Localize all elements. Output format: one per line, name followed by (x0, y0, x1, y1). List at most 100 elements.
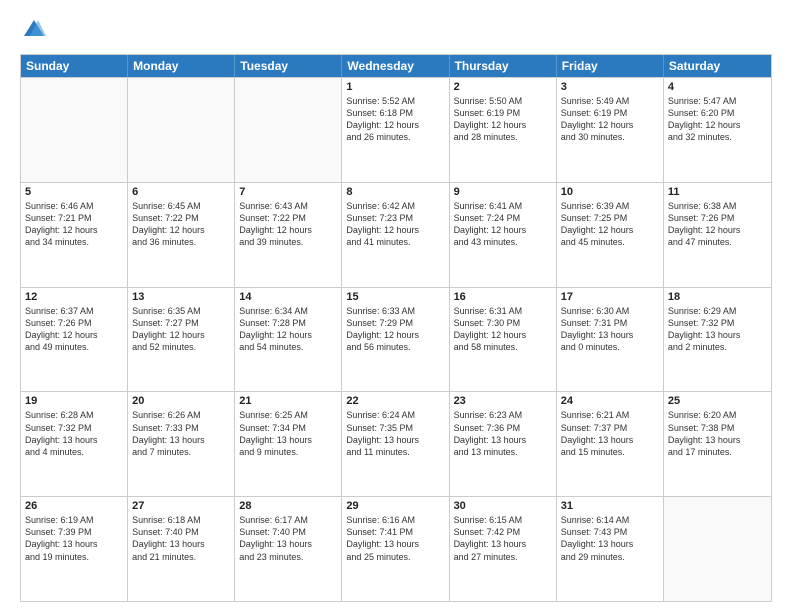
day-number: 15 (346, 291, 444, 303)
cal-cell-r3c4: 23 Sunrise: 6:23 AM Sunset: 7:36 PM Dayli… (450, 392, 557, 496)
cell-info: Sunrise: 6:29 AM Sunset: 7:32 PM Dayligh… (668, 305, 767, 354)
logo-icon (20, 16, 48, 44)
cal-cell-r0c1 (128, 78, 235, 182)
cal-cell-r4c0: 26Sunrise: 6:19 AM Sunset: 7:39 PM Dayli… (21, 497, 128, 601)
cell-info: Sunrise: 6:18 AM Sunset: 7:40 PM Dayligh… (132, 514, 230, 563)
day-number: 7 (239, 186, 337, 198)
cal-cell-r0c0 (21, 78, 128, 182)
day-number: 4 (668, 81, 767, 93)
cal-cell-r2c1: 13 Sunrise: 6:35 AM Sunset: 7:27 PM Dayli… (128, 288, 235, 392)
cell-info: Sunrise: 6:16 AM Sunset: 7:41 PM Dayligh… (346, 514, 444, 563)
cell-info: Sunrise: 6:21 AM Sunset: 7:37 PM Dayligh… (561, 409, 659, 458)
day-number: 3 (561, 81, 659, 93)
cell-info: Sunrise: 6:33 AM Sunset: 7:29 PM Dayligh… (346, 305, 444, 354)
cal-cell-r4c4: 30Sunrise: 6:15 AM Sunset: 7:42 PM Dayli… (450, 497, 557, 601)
cal-cell-r0c5: 3 Sunrise: 5:49 AM Sunset: 6:19 PM Daylig… (557, 78, 664, 182)
day-number: 17 (561, 291, 659, 303)
cal-row-2: 5 Sunrise: 6:46 AM Sunset: 7:21 PM Daylig… (21, 182, 771, 287)
cal-header-thursday: Thursday (450, 55, 557, 77)
cal-cell-r3c0: 19 Sunrise: 6:28 AM Sunset: 7:32 PM Dayli… (21, 392, 128, 496)
cal-cell-r2c3: 15 Sunrise: 6:33 AM Sunset: 7:29 PM Dayli… (342, 288, 449, 392)
cell-info: Sunrise: 6:28 AM Sunset: 7:32 PM Dayligh… (25, 409, 123, 458)
cell-info: Sunrise: 6:24 AM Sunset: 7:35 PM Dayligh… (346, 409, 444, 458)
cal-cell-r2c6: 18Sunrise: 6:29 AM Sunset: 7:32 PM Dayli… (664, 288, 771, 392)
cell-info: Sunrise: 6:30 AM Sunset: 7:31 PM Dayligh… (561, 305, 659, 354)
cal-header-tuesday: Tuesday (235, 55, 342, 77)
cell-info: Sunrise: 6:25 AM Sunset: 7:34 PM Dayligh… (239, 409, 337, 458)
cal-cell-r4c5: 31 Sunrise: 6:14 AM Sunset: 7:43 PM Dayli… (557, 497, 664, 601)
day-number: 5 (25, 186, 123, 198)
day-number: 1 (346, 81, 444, 93)
cal-row-5: 26Sunrise: 6:19 AM Sunset: 7:39 PM Dayli… (21, 496, 771, 601)
cal-row-4: 19 Sunrise: 6:28 AM Sunset: 7:32 PM Dayli… (21, 391, 771, 496)
day-number: 11 (668, 186, 767, 198)
cell-info: Sunrise: 6:15 AM Sunset: 7:42 PM Dayligh… (454, 514, 552, 563)
cal-cell-r2c4: 16Sunrise: 6:31 AM Sunset: 7:30 PM Dayli… (450, 288, 557, 392)
page: SundayMondayTuesdayWednesdayThursdayFrid… (0, 0, 792, 612)
cal-header-wednesday: Wednesday (342, 55, 449, 77)
cell-info: Sunrise: 6:20 AM Sunset: 7:38 PM Dayligh… (668, 409, 767, 458)
cell-info: Sunrise: 6:45 AM Sunset: 7:22 PM Dayligh… (132, 200, 230, 249)
cal-cell-r2c0: 12 Sunrise: 6:37 AM Sunset: 7:26 PM Dayli… (21, 288, 128, 392)
day-number: 10 (561, 186, 659, 198)
day-number: 23 (454, 395, 552, 407)
calendar-header-row: SundayMondayTuesdayWednesdayThursdayFrid… (21, 55, 771, 77)
cell-info: Sunrise: 6:19 AM Sunset: 7:39 PM Dayligh… (25, 514, 123, 563)
cell-info: Sunrise: 5:52 AM Sunset: 6:18 PM Dayligh… (346, 95, 444, 144)
cal-cell-r2c5: 17 Sunrise: 6:30 AM Sunset: 7:31 PM Dayli… (557, 288, 664, 392)
day-number: 19 (25, 395, 123, 407)
day-number: 6 (132, 186, 230, 198)
cal-cell-r4c3: 29 Sunrise: 6:16 AM Sunset: 7:41 PM Dayli… (342, 497, 449, 601)
day-number: 8 (346, 186, 444, 198)
day-number: 13 (132, 291, 230, 303)
cell-info: Sunrise: 5:49 AM Sunset: 6:19 PM Dayligh… (561, 95, 659, 144)
cal-cell-r2c2: 14Sunrise: 6:34 AM Sunset: 7:28 PM Dayli… (235, 288, 342, 392)
cal-cell-r1c3: 8Sunrise: 6:42 AM Sunset: 7:23 PM Daylig… (342, 183, 449, 287)
cal-cell-r4c2: 28 Sunrise: 6:17 AM Sunset: 7:40 PM Dayli… (235, 497, 342, 601)
day-number: 24 (561, 395, 659, 407)
cell-info: Sunrise: 6:43 AM Sunset: 7:22 PM Dayligh… (239, 200, 337, 249)
calendar: SundayMondayTuesdayWednesdayThursdayFrid… (20, 54, 772, 602)
cal-cell-r3c5: 24 Sunrise: 6:21 AM Sunset: 7:37 PM Dayli… (557, 392, 664, 496)
cal-cell-r1c4: 9Sunrise: 6:41 AM Sunset: 7:24 PM Daylig… (450, 183, 557, 287)
day-number: 28 (239, 500, 337, 512)
cal-cell-r3c6: 25Sunrise: 6:20 AM Sunset: 7:38 PM Dayli… (664, 392, 771, 496)
cell-info: Sunrise: 6:37 AM Sunset: 7:26 PM Dayligh… (25, 305, 123, 354)
day-number: 27 (132, 500, 230, 512)
day-number: 29 (346, 500, 444, 512)
logo (20, 16, 52, 44)
cal-cell-r0c4: 2Sunrise: 5:50 AM Sunset: 6:19 PM Daylig… (450, 78, 557, 182)
cell-info: Sunrise: 6:17 AM Sunset: 7:40 PM Dayligh… (239, 514, 337, 563)
cal-cell-r4c6 (664, 497, 771, 601)
cal-row-3: 12 Sunrise: 6:37 AM Sunset: 7:26 PM Dayli… (21, 287, 771, 392)
cal-cell-r3c2: 21 Sunrise: 6:25 AM Sunset: 7:34 PM Dayli… (235, 392, 342, 496)
header (20, 16, 772, 44)
cal-cell-r1c0: 5 Sunrise: 6:46 AM Sunset: 7:21 PM Daylig… (21, 183, 128, 287)
cal-cell-r1c1: 6 Sunrise: 6:45 AM Sunset: 7:22 PM Daylig… (128, 183, 235, 287)
day-number: 2 (454, 81, 552, 93)
cal-header-saturday: Saturday (664, 55, 771, 77)
cal-cell-r0c6: 4 Sunrise: 5:47 AM Sunset: 6:20 PM Daylig… (664, 78, 771, 182)
cal-header-friday: Friday (557, 55, 664, 77)
cal-cell-r0c3: 1 Sunrise: 5:52 AM Sunset: 6:18 PM Daylig… (342, 78, 449, 182)
cell-info: Sunrise: 6:23 AM Sunset: 7:36 PM Dayligh… (454, 409, 552, 458)
cell-info: Sunrise: 6:46 AM Sunset: 7:21 PM Dayligh… (25, 200, 123, 249)
day-number: 22 (346, 395, 444, 407)
cal-cell-r3c1: 20Sunrise: 6:26 AM Sunset: 7:33 PM Dayli… (128, 392, 235, 496)
day-number: 21 (239, 395, 337, 407)
day-number: 31 (561, 500, 659, 512)
cell-info: Sunrise: 6:39 AM Sunset: 7:25 PM Dayligh… (561, 200, 659, 249)
cell-info: Sunrise: 6:14 AM Sunset: 7:43 PM Dayligh… (561, 514, 659, 563)
cal-cell-r1c6: 11Sunrise: 6:38 AM Sunset: 7:26 PM Dayli… (664, 183, 771, 287)
cell-info: Sunrise: 5:47 AM Sunset: 6:20 PM Dayligh… (668, 95, 767, 144)
day-number: 12 (25, 291, 123, 303)
cal-cell-r1c5: 10 Sunrise: 6:39 AM Sunset: 7:25 PM Dayli… (557, 183, 664, 287)
cal-cell-r3c3: 22 Sunrise: 6:24 AM Sunset: 7:35 PM Dayli… (342, 392, 449, 496)
calendar-body: 1 Sunrise: 5:52 AM Sunset: 6:18 PM Daylig… (21, 77, 771, 601)
cell-info: Sunrise: 6:41 AM Sunset: 7:24 PM Dayligh… (454, 200, 552, 249)
cell-info: Sunrise: 6:34 AM Sunset: 7:28 PM Dayligh… (239, 305, 337, 354)
cal-header-monday: Monday (128, 55, 235, 77)
cal-cell-r4c1: 27 Sunrise: 6:18 AM Sunset: 7:40 PM Dayli… (128, 497, 235, 601)
cell-info: Sunrise: 6:35 AM Sunset: 7:27 PM Dayligh… (132, 305, 230, 354)
cal-row-1: 1 Sunrise: 5:52 AM Sunset: 6:18 PM Daylig… (21, 77, 771, 182)
